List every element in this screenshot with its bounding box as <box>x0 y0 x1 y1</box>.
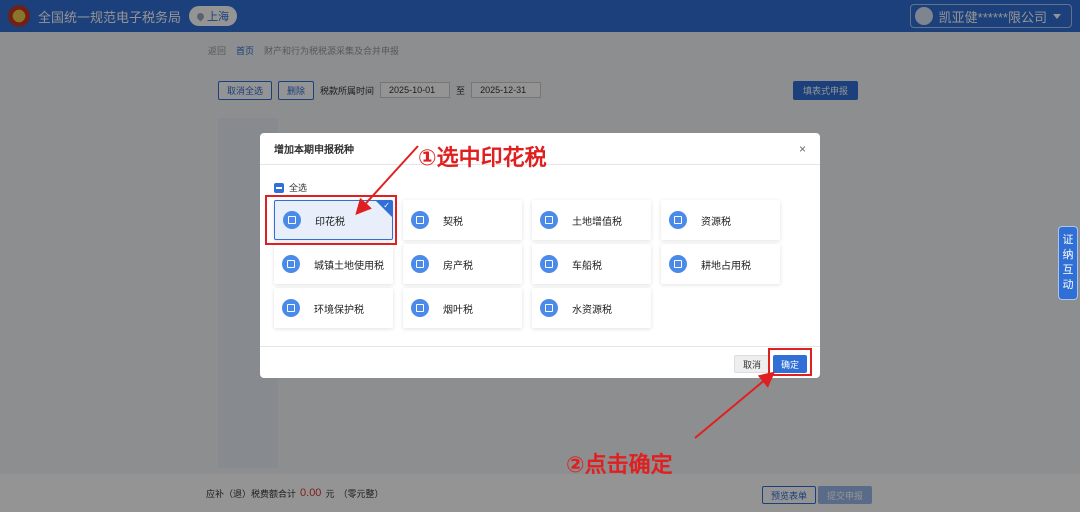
annotation-arrows <box>355 145 776 439</box>
annotation-step1: ①选中印花税 <box>418 146 547 171</box>
arrow-to-stamp-tax <box>355 145 419 215</box>
annotation-step2: ②点击确定 <box>566 453 673 478</box>
arrow-to-confirm <box>694 371 776 439</box>
